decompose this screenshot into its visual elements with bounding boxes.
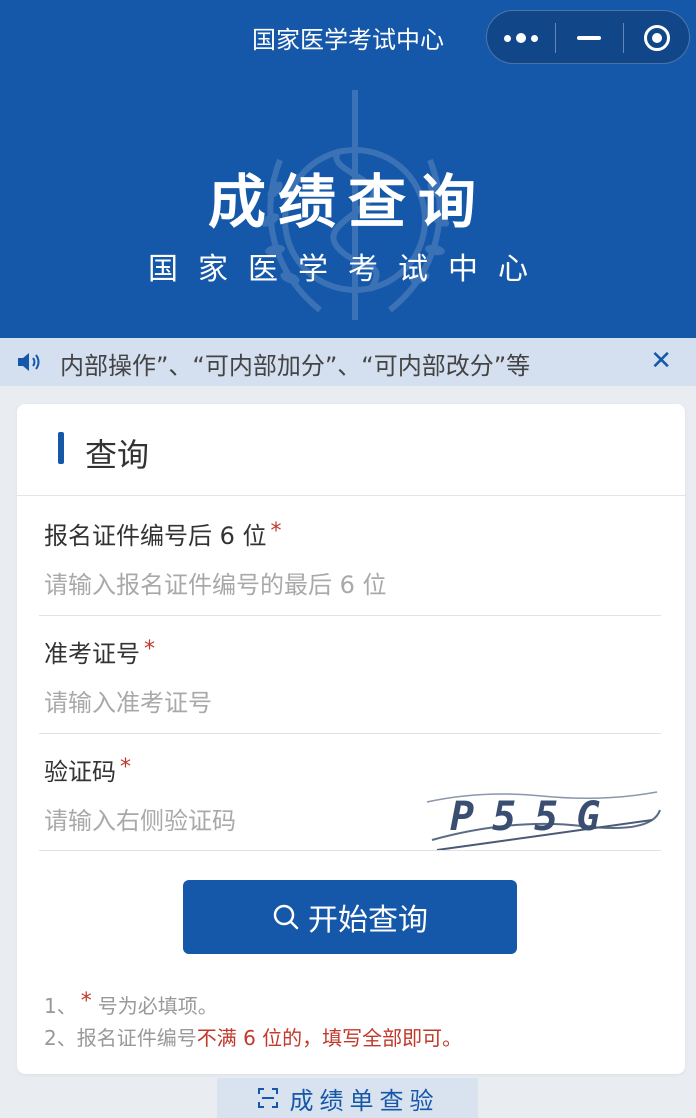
captcha-label-text: 验证码	[44, 758, 116, 786]
header-banner: 国家医学考试中心 成绩查询 国家医学考试中心	[0, 0, 696, 338]
mini-program-capsule	[486, 10, 690, 64]
speaker-icon	[18, 353, 40, 371]
notice-bar: 内部操作”、“可内部加分”、“可内部改分”等 ✕	[0, 338, 696, 386]
id-suffix-label-text: 报名证件编号后 6 位	[44, 522, 267, 550]
captcha-input[interactable]	[44, 804, 404, 838]
title-accent-bar	[58, 432, 64, 464]
field-divider	[39, 733, 661, 734]
divider	[17, 495, 685, 496]
target-icon	[644, 25, 670, 51]
card-title: 查询	[85, 436, 150, 474]
required-mark: *	[270, 519, 282, 544]
note-line-2: 2、报名证件编号不满 6 位的，填写全部即可。	[44, 1026, 463, 1050]
score-report-verify-tab[interactable]: 成绩单查验	[217, 1078, 478, 1118]
required-mark: *	[144, 637, 155, 662]
field-divider	[39, 615, 661, 616]
required-mark: *	[120, 755, 131, 780]
note-line-1: 1、 * 号为必填项。	[44, 989, 218, 1018]
more-dots-icon	[504, 33, 538, 43]
minimize-button[interactable]	[555, 11, 623, 65]
start-query-button[interactable]: 开始查询	[183, 880, 517, 954]
id-suffix-label: 报名证件编号后 6 位 *	[44, 516, 282, 551]
admission-ticket-input[interactable]	[44, 686, 644, 720]
admission-ticket-label: 准考证号 *	[44, 634, 155, 669]
admission-ticket-label-text: 准考证号	[44, 640, 140, 668]
hero-subtitle: 国家医学考试中心	[148, 252, 548, 287]
hero-title: 成绩查询	[207, 168, 488, 236]
scan-icon	[257, 1088, 278, 1108]
start-query-label: 开始查询	[308, 903, 428, 938]
query-card: 查询 报名证件编号后 6 位* 准考证号* 验证码* P55G 开始查询 1、*…	[17, 404, 685, 1074]
minimize-icon	[577, 36, 601, 40]
field-divider	[39, 850, 661, 851]
score-report-verify-label: 成绩单查验	[289, 1086, 440, 1115]
captcha-image[interactable]: P55G	[422, 780, 662, 854]
id-suffix-input[interactable]	[44, 568, 644, 602]
more-button[interactable]	[487, 11, 555, 65]
captcha-label: 验证码 *	[44, 752, 131, 787]
close-app-button[interactable]	[623, 11, 691, 65]
notice-text: 内部操作”、“可内部加分”、“可内部改分”等	[60, 352, 531, 380]
captcha-text: P55G	[450, 794, 618, 840]
close-icon[interactable]: ✕	[650, 346, 672, 376]
search-icon	[273, 904, 299, 930]
